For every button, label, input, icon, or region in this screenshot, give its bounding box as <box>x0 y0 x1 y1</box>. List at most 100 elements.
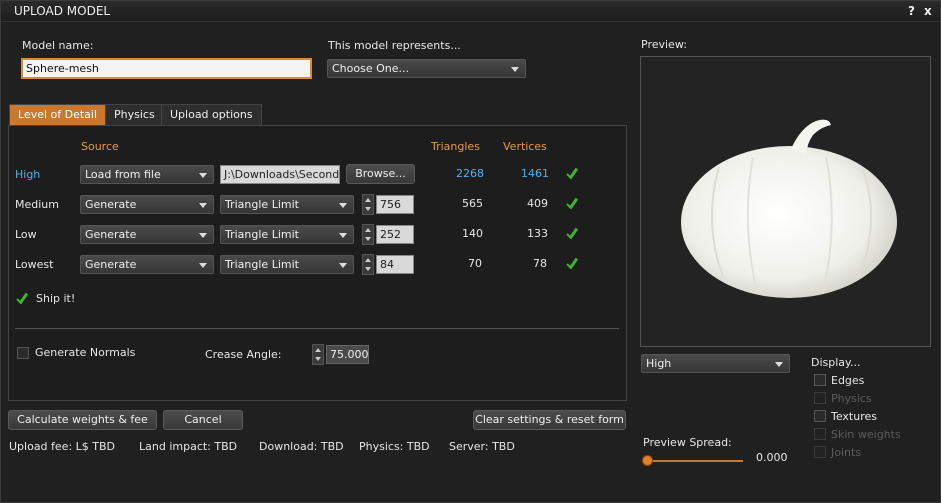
source-header: Source <box>81 140 119 153</box>
generate-normals-checkbox[interactable] <box>17 347 29 359</box>
tab-level-of-detail[interactable]: Level of Detail <box>9 104 107 126</box>
high-vertices: 1461 <box>521 167 549 180</box>
up-arrow-icon[interactable] <box>365 228 371 232</box>
crease-angle-stepper[interactable] <box>312 344 324 365</box>
skin-weights-checkbox <box>814 428 826 440</box>
cancel-button[interactable]: Cancel <box>163 410 243 430</box>
down-arrow-icon[interactable] <box>365 267 371 271</box>
low-vertices: 133 <box>527 227 548 240</box>
model-name-input[interactable]: Sphere-mesh <box>21 58 312 79</box>
represents-value: Choose One... <box>332 62 409 75</box>
lod-level-low: Low <box>15 228 37 241</box>
close-icon[interactable]: x <box>924 4 932 18</box>
lowest-source-value: Generate <box>85 258 137 271</box>
preview-spread-value: 0.000 <box>756 451 788 464</box>
low-mode-value: Triangle Limit <box>225 228 299 241</box>
down-arrow-icon[interactable] <box>365 207 371 211</box>
medium-limit-input[interactable]: 756 <box>376 195 414 214</box>
textures-label: Textures <box>831 410 877 423</box>
low-source-dropdown[interactable]: Generate <box>80 225 214 244</box>
display-label: Display... <box>811 356 861 369</box>
tab-upload-options[interactable]: Upload options <box>161 104 262 126</box>
upload-model-window: UPLOAD MODEL ? x Model name: Sphere-mesh… <box>0 0 941 503</box>
high-triangles: 2268 <box>456 167 484 180</box>
down-arrow-icon[interactable] <box>315 357 321 361</box>
check-icon <box>565 197 581 211</box>
lod-level-high: High <box>15 168 41 181</box>
check-icon <box>15 292 31 306</box>
preview-lod-dropdown[interactable]: High <box>641 354 790 373</box>
represents-dropdown[interactable]: Choose One... <box>327 59 526 78</box>
browse-button[interactable]: Browse... <box>346 164 415 184</box>
edges-checkbox[interactable] <box>814 374 826 386</box>
medium-mode-dropdown[interactable]: Triangle Limit <box>220 195 354 214</box>
lod-level-medium: Medium <box>15 198 59 211</box>
chevron-down-icon <box>199 263 207 268</box>
upload-fee: Upload fee: L$ TBD <box>9 440 116 453</box>
chevron-down-icon <box>339 203 347 208</box>
lowest-limit-stepper[interactable] <box>362 254 374 275</box>
download-weight: Download: TBD <box>259 440 344 453</box>
preview-spread-label: Preview Spread: <box>643 436 732 449</box>
model-preview[interactable] <box>640 56 931 347</box>
lowest-source-dropdown[interactable]: Generate <box>80 255 214 274</box>
up-arrow-icon[interactable] <box>315 348 321 352</box>
joints-label: Joints <box>831 446 862 459</box>
check-icon <box>565 257 581 271</box>
pumpkin-model-image <box>681 119 897 298</box>
lowest-limit-input[interactable]: 84 <box>376 255 414 274</box>
high-file-path[interactable]: J:\Downloads\Second <box>220 165 340 184</box>
crease-angle-label: Crease Angle: <box>205 348 282 361</box>
lowest-mode-dropdown[interactable]: Triangle Limit <box>220 255 354 274</box>
lowest-mode-value: Triangle Limit <box>225 258 299 271</box>
chevron-down-icon <box>775 362 783 367</box>
low-limit-input[interactable]: 252 <box>376 225 414 244</box>
check-icon <box>565 167 581 181</box>
calculate-button[interactable]: Calculate weights & fee <box>8 410 157 430</box>
triangles-header: Triangles <box>431 140 480 153</box>
server-weight: Server: TBD <box>449 440 515 453</box>
generate-normals-label: Generate Normals <box>35 346 136 359</box>
divider <box>15 328 619 329</box>
preview-spread-slider[interactable] <box>647 460 743 462</box>
textures-checkbox[interactable] <box>814 410 826 422</box>
tab-physics[interactable]: Physics <box>105 104 164 126</box>
physics-checkbox <box>814 392 826 404</box>
chevron-down-icon <box>339 233 347 238</box>
preview-spread-handle[interactable] <box>642 455 653 466</box>
up-arrow-icon[interactable] <box>365 198 371 202</box>
low-limit-stepper[interactable] <box>362 224 374 245</box>
chevron-down-icon <box>511 67 519 72</box>
physics-weight: Physics: TBD <box>359 440 430 453</box>
preview-lod-value: High <box>646 357 672 370</box>
window-title: UPLOAD MODEL <box>14 4 111 18</box>
chevron-down-icon <box>199 173 207 178</box>
preview-label: Preview: <box>641 38 687 51</box>
down-arrow-icon[interactable] <box>365 237 371 241</box>
chevron-down-icon <box>339 263 347 268</box>
vertices-header: Vertices <box>503 140 547 153</box>
medium-triangles: 565 <box>462 197 483 210</box>
high-source-dropdown[interactable]: Load from file <box>80 165 214 184</box>
up-arrow-icon[interactable] <box>365 258 371 262</box>
represents-label: This model represents... <box>328 39 461 52</box>
medium-source-value: Generate <box>85 198 137 211</box>
low-triangles: 140 <box>462 227 483 240</box>
ship-status: Ship it! <box>36 292 76 305</box>
chevron-down-icon <box>199 233 207 238</box>
low-source-value: Generate <box>85 228 137 241</box>
low-mode-dropdown[interactable]: Triangle Limit <box>220 225 354 244</box>
reset-button[interactable]: Clear settings & reset form <box>473 410 626 430</box>
crease-angle-input[interactable]: 75.000 <box>326 345 369 364</box>
skin-weights-label: Skin weights <box>831 428 901 441</box>
model-name-label: Model name: <box>22 39 94 52</box>
help-icon[interactable]: ? <box>908 4 915 18</box>
medium-limit-stepper[interactable] <box>362 194 374 215</box>
high-source-value: Load from file <box>85 168 161 181</box>
medium-mode-value: Triangle Limit <box>225 198 299 211</box>
land-impact: Land impact: TBD <box>139 440 238 453</box>
edges-label: Edges <box>831 374 865 387</box>
title-bar[interactable]: UPLOAD MODEL ? x <box>1 1 940 22</box>
medium-source-dropdown[interactable]: Generate <box>80 195 214 214</box>
lowest-triangles: 70 <box>468 257 482 270</box>
